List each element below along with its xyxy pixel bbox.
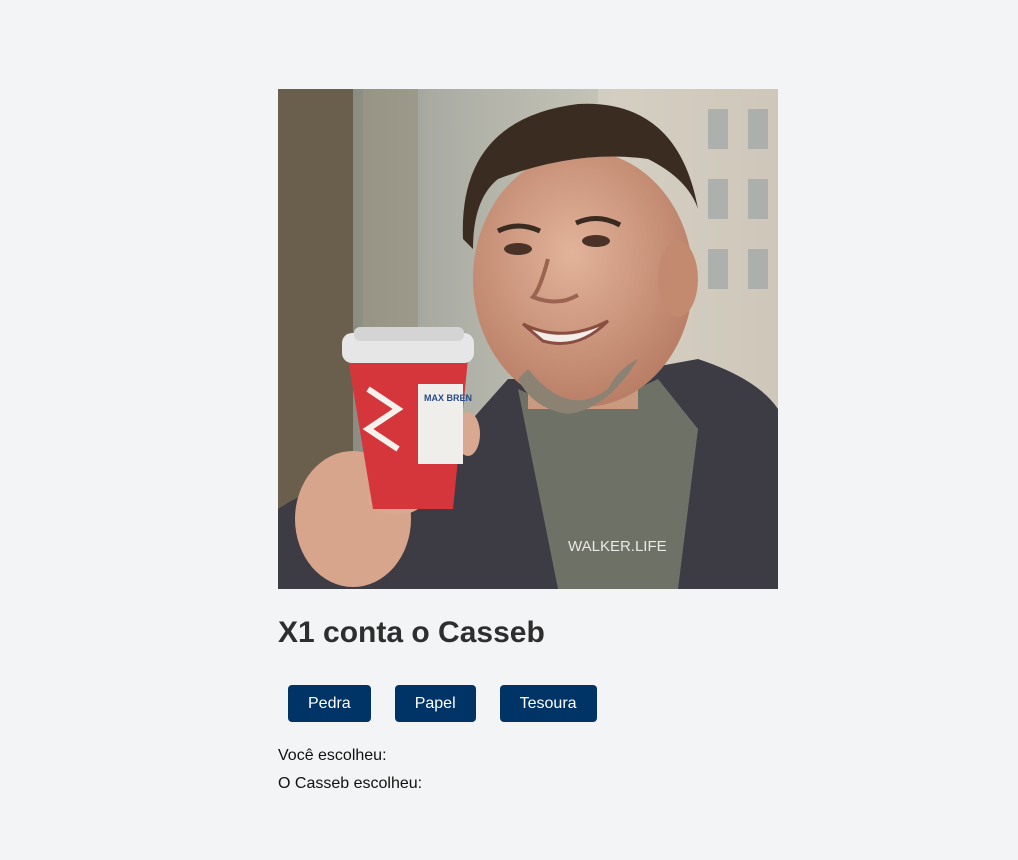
page-title: X1 conta o Casseb — [278, 616, 545, 649]
casseb-photo: WALKER.LIFE MAX BREN — [278, 89, 778, 589]
paper-button[interactable]: Papel — [394, 685, 476, 722]
shirt-text: WALKER.LIFE — [568, 538, 667, 555]
game-container: WALKER.LIFE MAX BREN X1 conta o Casseb P… — [278, 89, 778, 798]
results-panel: Você escolheu: O Casseb escolheu: — [278, 742, 778, 798]
player-choice-row: Você escolheu: — [278, 742, 778, 770]
player-choice-label: Você escolheu: — [278, 747, 387, 764]
scissors-button[interactable]: Tesoura — [499, 685, 597, 722]
rock-button[interactable]: Pedra — [288, 685, 371, 722]
casseb-choice-row: O Casseb escolheu: — [278, 770, 778, 798]
casseb-choice-label: O Casseb escolheu: — [278, 775, 423, 792]
choice-buttons: Pedra Papel Tesoura — [278, 685, 778, 722]
cup-label: MAX BREN — [424, 393, 472, 403]
